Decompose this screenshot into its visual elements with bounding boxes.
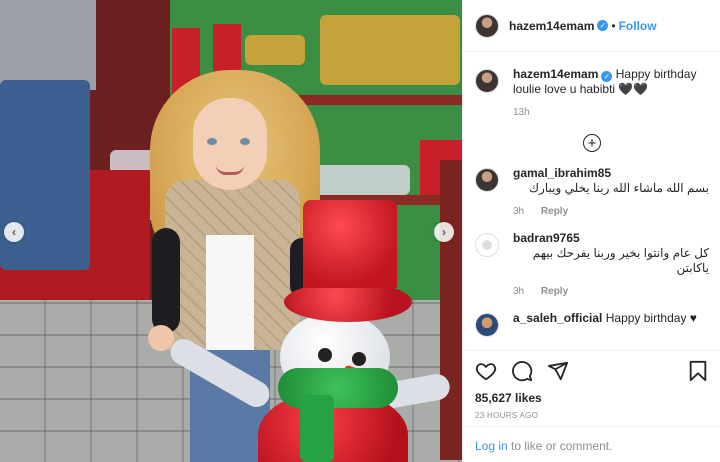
bookmark-icon[interactable] bbox=[687, 360, 709, 382]
list-item: badran9765 كل عام وانتوا بخير وربنا يفرح… bbox=[475, 231, 709, 297]
post-header: hazem14emam ✓ • Follow bbox=[463, 0, 720, 52]
avatar[interactable] bbox=[475, 313, 499, 337]
snowman-eye bbox=[318, 348, 332, 362]
reply-button[interactable]: Reply bbox=[541, 206, 568, 217]
login-prompt: Log in to like or comment. bbox=[463, 426, 720, 462]
comment-time: 3h bbox=[513, 206, 525, 217]
snowman-hat-brim bbox=[284, 282, 412, 322]
heart-icon[interactable] bbox=[475, 360, 497, 382]
gold-decoration bbox=[245, 35, 305, 65]
shelf bbox=[290, 95, 462, 105]
caption-time: 13h bbox=[513, 107, 530, 118]
bystander-shirt bbox=[0, 0, 96, 90]
verified-badge-icon: ✓ bbox=[597, 20, 609, 31]
girl-face bbox=[193, 98, 267, 190]
post-side-panel: hazem14emam ✓ • Follow hazem14emam ✓ Happ… bbox=[462, 0, 720, 462]
avatar[interactable] bbox=[475, 69, 499, 93]
comments-list: hazem14emam ✓ Happy birthday loulie love … bbox=[463, 53, 720, 348]
avatar[interactable] bbox=[475, 168, 499, 192]
girl-arm bbox=[152, 228, 180, 333]
avatar[interactable] bbox=[475, 13, 499, 38]
snowman-scarf-tail bbox=[300, 395, 334, 462]
gold-decoration bbox=[320, 15, 460, 85]
comment-author[interactable]: a_saleh_official bbox=[513, 311, 602, 325]
caption: hazem14emam ✓ Happy birthday loulie love … bbox=[475, 67, 709, 118]
comment-author[interactable]: gamal_ibrahim85 bbox=[513, 166, 611, 180]
chevron-right-icon: › bbox=[442, 225, 446, 239]
carousel-next-button[interactable]: › bbox=[434, 222, 454, 242]
post-actions: 85,627 likes 23 HOURS AGO bbox=[463, 350, 720, 420]
separator-dot: • bbox=[611, 18, 616, 33]
snowman-eye bbox=[352, 352, 366, 366]
girl-eye bbox=[240, 138, 250, 145]
share-icon[interactable] bbox=[547, 360, 569, 382]
comment-text: كل عام وانتوا بخير وربنا يفرحك بيهم ياكا… bbox=[532, 246, 709, 275]
login-link[interactable]: Log in bbox=[475, 439, 508, 453]
login-prompt-text: to like or comment. bbox=[507, 439, 613, 453]
verified-badge-icon: ✓ bbox=[601, 71, 613, 82]
list-item: gamal_ibrahim85 بسم الله ماشاء الله ربنا… bbox=[475, 166, 709, 217]
comment-text: بسم الله ماشاء الله ربنا يخلي ويبارك bbox=[529, 181, 709, 195]
follow-button[interactable]: Follow bbox=[619, 19, 657, 33]
comment-icon[interactable] bbox=[511, 360, 533, 382]
avatar[interactable] bbox=[475, 233, 499, 257]
carousel-prev-button[interactable]: ‹ bbox=[4, 222, 24, 242]
caption-author[interactable]: hazem14emam bbox=[513, 67, 598, 81]
wood-post bbox=[440, 160, 462, 460]
post-photo bbox=[0, 0, 462, 462]
girl-shirt bbox=[206, 235, 254, 350]
load-more-comments[interactable]: + bbox=[475, 134, 709, 152]
plus-circle-icon[interactable]: + bbox=[583, 134, 601, 152]
author-username[interactable]: hazem14emam bbox=[509, 19, 594, 33]
reply-button[interactable]: Reply bbox=[541, 286, 568, 297]
post-timestamp: 23 HOURS AGO bbox=[475, 411, 539, 420]
comment-author[interactable]: badran9765 bbox=[513, 231, 580, 245]
comment-text: Happy birthday ♥ bbox=[605, 311, 697, 325]
likes-count[interactable]: 85,627 likes bbox=[475, 391, 709, 405]
list-item: a_saleh_official Happy birthday ♥ bbox=[475, 311, 709, 337]
chevron-left-icon: ‹ bbox=[12, 225, 16, 239]
snowman-hat bbox=[303, 200, 397, 288]
girl-eye bbox=[207, 138, 217, 145]
snowman-scarf bbox=[278, 368, 398, 408]
comment-time: 3h bbox=[513, 286, 525, 297]
